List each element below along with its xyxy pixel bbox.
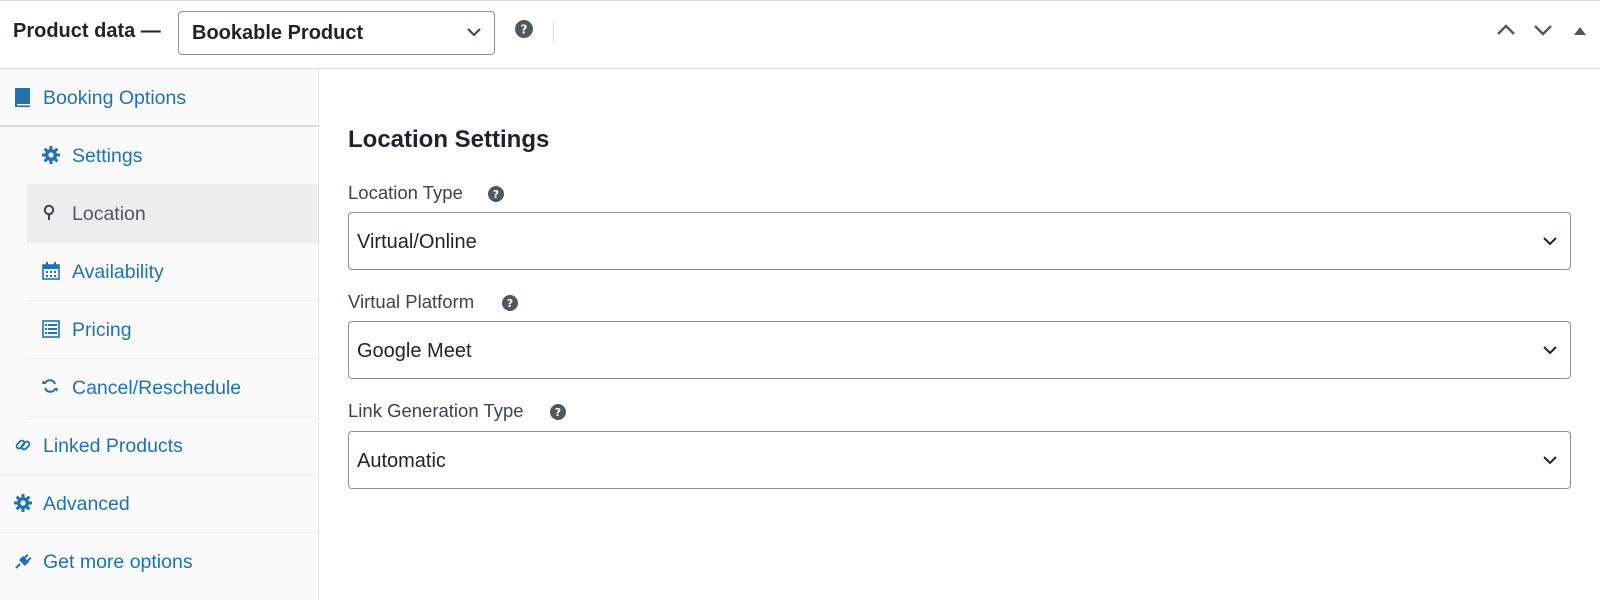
move-up-icon[interactable] — [1496, 23, 1516, 37]
help-icon[interactable]: ? — [550, 404, 566, 420]
chevron-down-icon — [1542, 344, 1558, 356]
link-icon — [14, 436, 32, 454]
header-title: Product data — — [13, 20, 161, 42]
sidebar-item-label: Linked Products — [43, 435, 183, 457]
move-down-icon[interactable] — [1533, 23, 1553, 37]
collapse-toggle-icon[interactable] — [1573, 26, 1587, 36]
product-data-header: Product data — Bookable Product ? — [0, 0, 1600, 69]
location-type-label: Location Type — [348, 182, 463, 203]
location-type-select[interactable]: Virtual/Online — [348, 212, 1571, 270]
sidebar-item-booking-options[interactable]: Booking Options — [0, 69, 318, 127]
chevron-down-icon — [1542, 235, 1558, 247]
virtual-platform-label: Virtual Platform — [348, 291, 475, 312]
help-icon[interactable]: ? — [502, 295, 518, 311]
svg-text:?: ? — [521, 23, 528, 37]
sidebar-item-label: Cancel/Reschedule — [72, 377, 242, 399]
book-icon — [14, 88, 31, 107]
gear-icon — [14, 494, 32, 512]
product-type-select[interactable]: Bookable Product — [178, 11, 495, 55]
calendar-icon — [42, 262, 60, 280]
sidebar-item-label: Availability — [72, 261, 164, 283]
svg-text:?: ? — [507, 297, 513, 310]
sidebar-item-cancel-reschedule[interactable]: Cancel/Reschedule — [27, 359, 318, 417]
virtual-platform-select[interactable]: Google Meet — [348, 321, 1571, 379]
sidebar-item-label: Location — [72, 203, 146, 225]
sidebar-item-label: Advanced — [43, 493, 130, 515]
location-pin-icon — [42, 204, 56, 222]
svg-text:?: ? — [493, 188, 499, 201]
link-generation-type-select[interactable]: Automatic — [348, 431, 1571, 489]
svg-text:?: ? — [555, 406, 561, 419]
chevron-down-icon — [1542, 454, 1558, 466]
product-type-value: Bookable Product — [192, 22, 364, 44]
product-data-tabs: Booking Options Settings Location Availa… — [0, 69, 319, 600]
link-generation-type-label: Link Generation Type — [348, 400, 524, 421]
link-generation-type-value: Automatic — [357, 450, 446, 472]
sidebar-item-advanced[interactable]: Advanced — [0, 475, 318, 533]
sidebar-item-label: Settings — [72, 145, 143, 167]
sidebar-item-settings[interactable]: Settings — [27, 127, 318, 185]
list-icon — [42, 320, 60, 338]
header-divider — [553, 21, 554, 43]
refresh-icon — [42, 378, 58, 394]
virtual-platform-value: Google Meet — [357, 340, 472, 362]
chevron-down-icon — [466, 26, 482, 38]
sidebar-item-linked-products[interactable]: Linked Products — [0, 417, 318, 475]
plugin-icon — [14, 552, 32, 570]
sidebar-item-availability[interactable]: Availability — [27, 243, 318, 301]
sidebar-item-label: Pricing — [72, 319, 132, 341]
gear-icon — [42, 146, 60, 164]
location-settings-panel: Location Settings Location Type ? Virtua… — [320, 69, 1600, 600]
sidebar-item-get-more-options[interactable]: Get more options — [0, 533, 318, 591]
help-icon[interactable]: ? — [488, 186, 504, 202]
sidebar-item-label: Get more options — [43, 551, 193, 573]
sidebar-item-pricing[interactable]: Pricing — [27, 301, 318, 359]
sidebar-item-label: Booking Options — [43, 87, 187, 109]
section-title: Location Settings — [348, 126, 550, 153]
sidebar-item-location[interactable]: Location — [27, 185, 318, 243]
help-icon[interactable]: ? — [515, 20, 533, 38]
location-type-value: Virtual/Online — [357, 231, 477, 253]
